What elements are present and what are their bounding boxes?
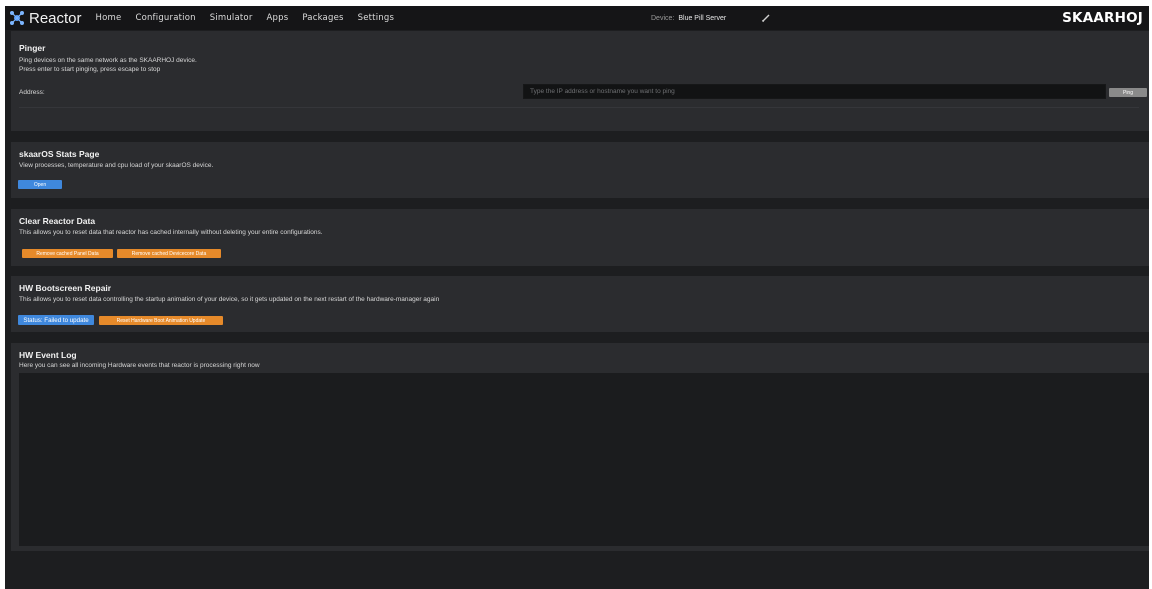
device-label: Device: xyxy=(651,14,675,22)
status-badge: Status: Failed to update xyxy=(18,315,94,325)
stats-panel: skaarOS Stats Page View processes, tempe… xyxy=(11,142,1149,198)
pinger-desc-1: Ping devices on the same network as the … xyxy=(19,57,197,64)
event-log-area[interactable] xyxy=(19,373,1149,546)
app-name: Reactor xyxy=(29,9,82,27)
skaarhoj-logo: SKAARHOJ xyxy=(1062,10,1143,26)
open-stats-button[interactable]: Open xyxy=(18,180,62,189)
eventlog-desc: Here you can see all incoming Hardware e… xyxy=(19,362,260,369)
divider xyxy=(19,107,1139,108)
device-name: Blue Pill Server xyxy=(678,14,727,22)
stats-title: skaarOS Stats Page xyxy=(19,149,100,159)
address-input[interactable] xyxy=(523,84,1106,99)
bootscreen-desc: This allows you to reset data controllin… xyxy=(19,296,440,303)
brand[interactable]: Reactor xyxy=(9,10,82,27)
address-label: Address: xyxy=(19,89,45,96)
pinger-panel: Pinger Ping devices on the same network … xyxy=(11,31,1149,131)
device-selector[interactable]: Device: Blue Pill Server xyxy=(651,6,726,30)
reactor-app: Reactor Home Configuration Simulator App… xyxy=(5,6,1149,589)
remove-panel-data-button[interactable]: Remove cached Panel Data xyxy=(22,249,113,258)
clear-desc: This allows you to reset data that react… xyxy=(19,229,323,236)
main-nav: Home Configuration Simulator Apps Packag… xyxy=(96,13,409,23)
stats-desc: View processes, temperature and cpu load… xyxy=(19,162,214,169)
eventlog-title: HW Event Log xyxy=(19,350,77,360)
pinger-title: Pinger xyxy=(19,43,46,53)
clear-title: Clear Reactor Data xyxy=(19,216,96,226)
pencil-icon[interactable] xyxy=(761,13,771,23)
bootscreen-title: HW Bootscreen Repair xyxy=(19,283,112,293)
event-log-panel: HW Event Log Here you can see all incomi… xyxy=(11,343,1149,551)
reactor-logo-icon xyxy=(10,11,24,25)
clear-data-panel: Clear Reactor Data This allows you to re… xyxy=(11,209,1149,266)
nav-home[interactable]: Home xyxy=(96,13,122,23)
ping-button[interactable]: Ping xyxy=(1109,88,1147,97)
reset-boot-animation-button[interactable]: Reset Hardware Boot Animation Update xyxy=(99,316,223,325)
nav-apps[interactable]: Apps xyxy=(267,13,289,23)
pinger-desc-2: Press enter to start pinging, press esca… xyxy=(19,66,161,73)
nav-simulator[interactable]: Simulator xyxy=(210,13,253,23)
nav-packages[interactable]: Packages xyxy=(302,13,343,23)
remove-devicecore-data-button[interactable]: Remove cached Devicecore Data xyxy=(117,249,221,258)
nav-configuration[interactable]: Configuration xyxy=(135,13,195,23)
top-bar: Reactor Home Configuration Simulator App… xyxy=(5,6,1149,30)
nav-settings[interactable]: Settings xyxy=(358,13,394,23)
bootscreen-panel: HW Bootscreen Repair This allows you to … xyxy=(11,276,1149,332)
